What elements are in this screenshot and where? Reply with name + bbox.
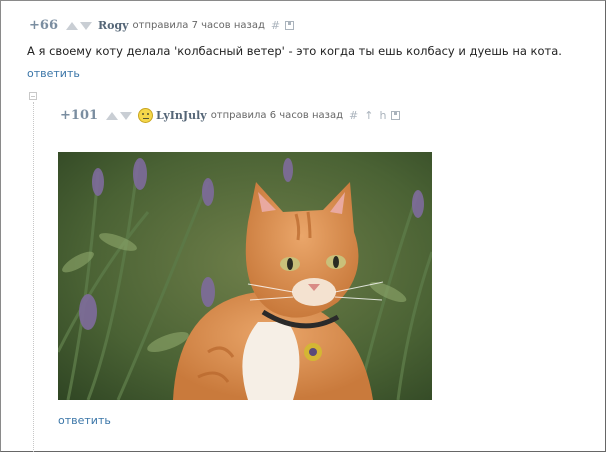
comment-2-permalink[interactable]: #: [349, 109, 358, 122]
collapse-icon[interactable]: [29, 92, 37, 100]
thread-line: [33, 102, 34, 452]
save-icon[interactable]: [391, 111, 401, 120]
comment-2-reply-link[interactable]: ответить: [58, 414, 111, 427]
comment-2-parent-link[interactable]: ↑: [364, 109, 373, 122]
comment-1-timestamp: отправила 7 часов назад: [132, 20, 265, 31]
cat-photo-svg: [58, 152, 432, 400]
vote-down-icon[interactable]: [120, 111, 133, 120]
comment-1-reply-link[interactable]: ответить: [27, 67, 80, 80]
vote-up-icon[interactable]: [106, 111, 119, 120]
comment-2-rating: +101: [60, 108, 99, 123]
comment-2-timestamp: отправила 6 часов назад: [210, 110, 344, 121]
vote-up-icon[interactable]: [65, 21, 78, 30]
comment-1-header: +66 Rogy отправила 7 часов назад #: [29, 18, 295, 33]
cat-photo: [58, 152, 432, 400]
comment-1-rating: +66: [29, 18, 58, 33]
comment-1-permalink[interactable]: #: [271, 19, 280, 32]
comment-1-text: А я своему коту делала 'колбасный ветер'…: [27, 44, 562, 58]
avatar-icon: [138, 108, 154, 123]
comment-2-branch-link[interactable]: h: [379, 109, 386, 122]
save-icon[interactable]: [285, 21, 295, 30]
comment-2-header: +101 LyInJuly отправила 6 часов назад # …: [60, 108, 401, 123]
comment-2-author[interactable]: LyInJuly: [156, 109, 207, 122]
vote-down-icon[interactable]: [79, 21, 92, 30]
comment-1-author[interactable]: Rogy: [98, 19, 129, 32]
